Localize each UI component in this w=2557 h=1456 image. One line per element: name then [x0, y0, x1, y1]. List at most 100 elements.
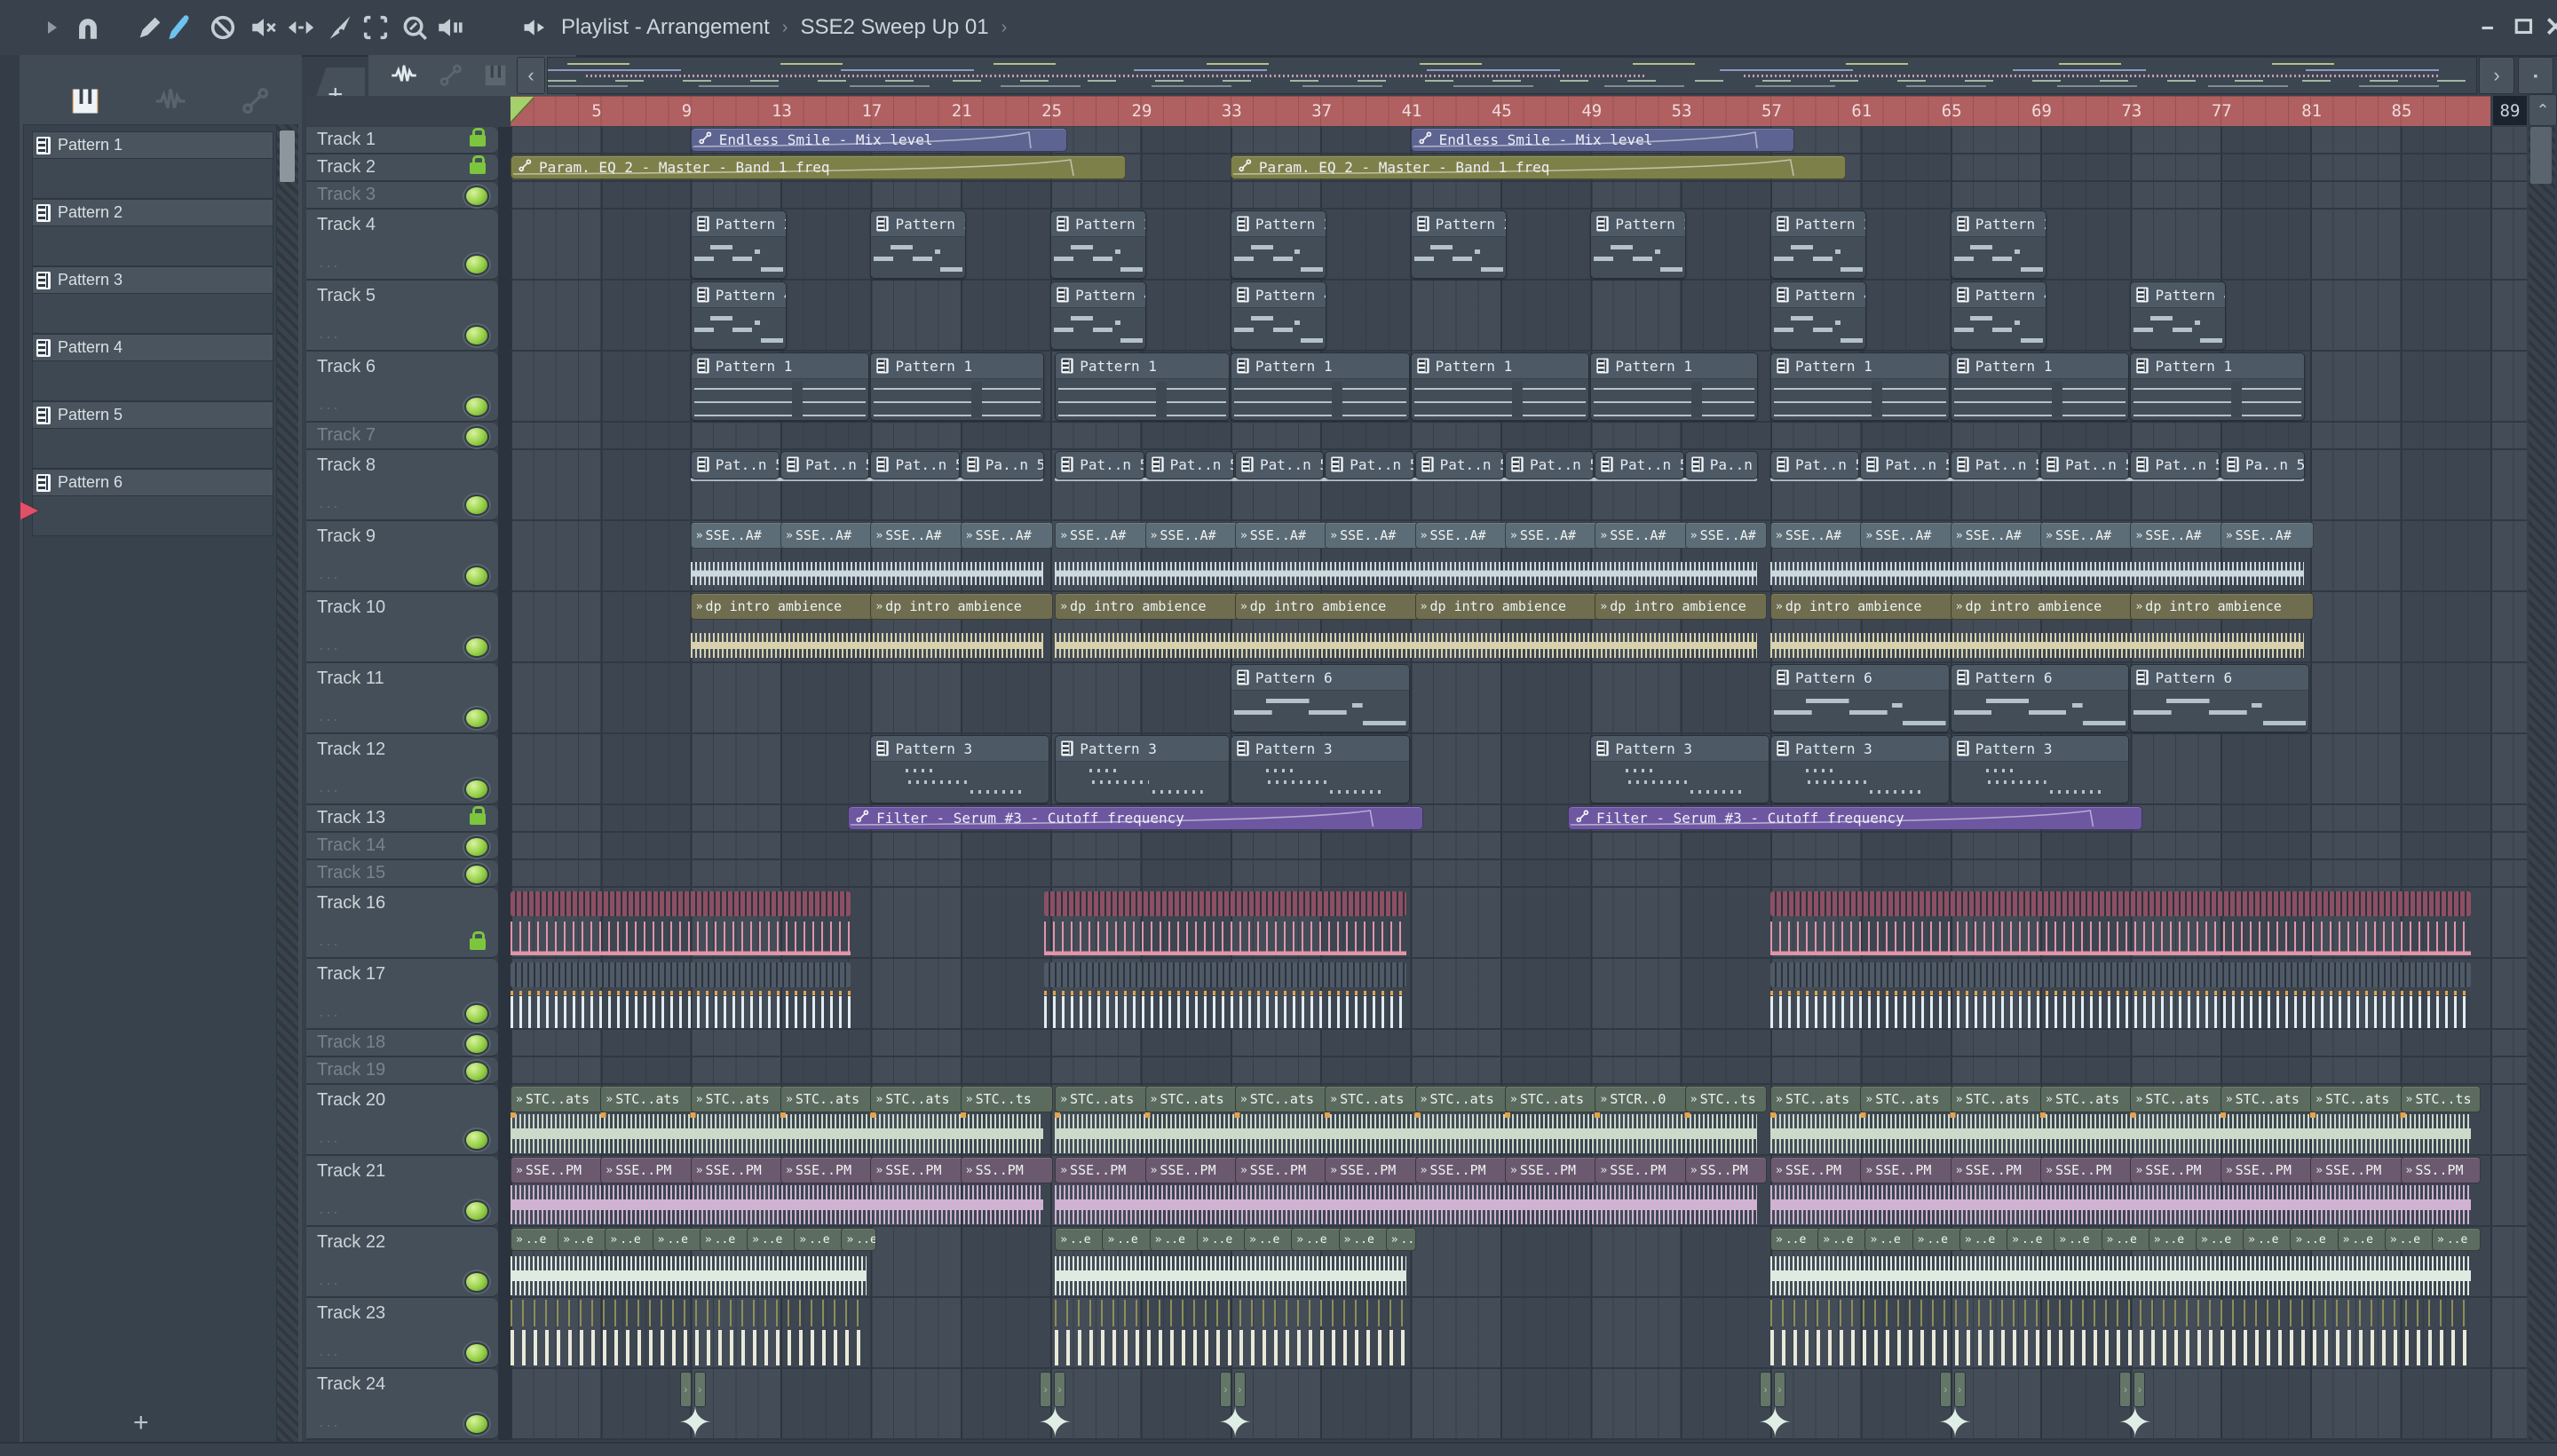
pattern-list-item[interactable]: Pattern 5: [32, 401, 273, 469]
audio-clip[interactable]: » SSE..A#: [1505, 522, 1603, 549]
tool-piano-keys-icon[interactable]: [482, 62, 509, 89]
breadcrumb-primary[interactable]: Playlist - Arrangement: [561, 15, 770, 40]
pattern-clip[interactable]: Pattern 6: [1950, 664, 2130, 732]
audio-clip[interactable]: » dp intro ambience: [1414, 593, 1603, 620]
audio-clip[interactable]: » dp intro ambience: [1595, 593, 1768, 620]
audio-clip[interactable]: » dp intro ambience: [870, 593, 1053, 620]
track-name[interactable]: Track 19: [317, 1060, 385, 1080]
pattern-clip[interactable]: Pattern 1: [870, 352, 1044, 421]
pattern-clip[interactable]: Pattern 1: [1055, 352, 1230, 421]
audio-clip[interactable]: » SSE..PM: [1055, 1157, 1153, 1183]
track-name[interactable]: Track 16: [317, 893, 385, 914]
playlist-track-row[interactable]: » SSE..PM» SSE..PM» SSE..PM» SSE..PM» SSE..PM…: [511, 1156, 2527, 1227]
track-options-dots[interactable]: ···: [319, 399, 340, 417]
pattern-clip[interactable]: Pattern 1: [690, 352, 870, 421]
pattern-clip[interactable]: Pat..n 5: [1055, 451, 1144, 479]
pattern-clip[interactable]: Pattern 3: [870, 735, 1050, 803]
track-header[interactable]: Track 13: [306, 805, 498, 833]
track-header[interactable]: Track 22 ···: [306, 1227, 498, 1298]
track-header[interactable]: Track 5 ···: [306, 281, 498, 352]
playlist-track-row[interactable]: [511, 888, 2527, 959]
track-enable-led[interactable]: [464, 1003, 489, 1025]
tick-bar-band[interactable]: [1770, 1330, 2471, 1365]
track-header[interactable]: Track 20 ···: [306, 1085, 498, 1156]
automation-clip[interactable]: Endless Smile - Mix level: [1410, 128, 1794, 152]
track-enable-led[interactable]: [464, 254, 489, 275]
playlist-track-row[interactable]: Pattern 6 Pattern 6 Pattern 6 Pattern 6: [511, 663, 2527, 734]
pattern-clip[interactable]: Pattern 3: [1770, 735, 1950, 803]
track-header[interactable]: Track 19: [306, 1057, 498, 1085]
track-options-dots[interactable]: ···: [319, 935, 340, 954]
pattern-clip[interactable]: Pattern 6: [2130, 664, 2310, 732]
playlist-track-row[interactable]: Filter - Serum #3 - Cutoff frequency Filt…: [511, 805, 2527, 833]
tick-stem-band[interactable]: [1770, 1300, 2471, 1326]
audio-clip[interactable]: » SSE..PM: [870, 1157, 969, 1183]
track-name[interactable]: Track 24: [317, 1374, 385, 1395]
playlist-track-row[interactable]: [511, 833, 2527, 860]
track-enable-led[interactable]: [464, 1413, 489, 1435]
audio-clip[interactable]: » STC..ats: [1505, 1086, 1603, 1112]
playlist-track-row[interactable]: » ..e» ..e» ..e» ..e» ..e» ..e» ..e» ..e» ..e» ..e…: [511, 1227, 2527, 1298]
pattern-clip[interactable]: Pattern 3: [1950, 735, 2130, 803]
pattern-clip[interactable]: Pattern 1: [2130, 352, 2306, 421]
pattern-list-item[interactable]: Pattern 4: [32, 334, 273, 401]
audio-clip[interactable]: » STC..ats: [600, 1086, 699, 1112]
audio-clip[interactable]: » SSE..A#: [960, 522, 1053, 549]
audio-clip[interactable]: » SSE..A#: [2220, 522, 2315, 549]
track-header[interactable]: Track 12 ···: [306, 734, 498, 805]
breadcrumb-secondary[interactable]: SSE2 Sweep Up 01: [800, 15, 988, 40]
track-header[interactable]: Track 14: [306, 833, 498, 860]
audio-clip[interactable]: » STC..ats: [1950, 1086, 2049, 1112]
track-enable-led[interactable]: [464, 325, 489, 346]
automation-clip[interactable]: Param. EQ 2 - Master - Band 1 freq: [511, 155, 1127, 179]
automation-spike-band[interactable]: [511, 922, 851, 955]
track-enable-led[interactable]: [464, 864, 489, 885]
tick-stem-band[interactable]: [1055, 1300, 1407, 1326]
pattern-clip[interactable]: Pat..n 5: [1860, 451, 1950, 479]
track-header[interactable]: Track 1: [306, 127, 498, 154]
audio-clip[interactable]: » STC..ts: [2400, 1086, 2481, 1112]
automation-clip[interactable]: Filter - Serum #3 - Cutoff frequency: [848, 806, 1423, 830]
track-enable-led[interactable]: [464, 1271, 489, 1293]
pattern-clip[interactable]: Pattern 6: [1230, 664, 1410, 732]
track-lock-icon[interactable]: [470, 155, 486, 174]
pattern-clip[interactable]: Pat..n 5: [780, 451, 870, 479]
audio-clip[interactable]: »..e: [841, 1228, 876, 1251]
pattern-clip[interactable]: Pat..n 5: [870, 451, 960, 479]
track-options-dots[interactable]: ···: [319, 639, 340, 658]
track-name[interactable]: Track 6: [317, 357, 376, 377]
close-button[interactable]: [2543, 12, 2557, 39]
track-options-dots[interactable]: ···: [319, 1006, 340, 1025]
audio-clip[interactable]: » SSE..PM: [2040, 1157, 2139, 1183]
scroll-options-button[interactable]: ▪: [2518, 57, 2553, 94]
audio-clip[interactable]: » STC..ats: [1860, 1086, 1959, 1112]
track-lock-icon[interactable]: [470, 931, 486, 950]
track-name[interactable]: Track 14: [317, 835, 385, 856]
track-options-dots[interactable]: ···: [319, 328, 340, 346]
track-options-dots[interactable]: ···: [319, 568, 340, 587]
track-options-dots[interactable]: ···: [319, 710, 340, 729]
scrollbar-thumb[interactable]: [2530, 127, 2552, 184]
audio-clip[interactable]: » STC..ats: [2220, 1086, 2319, 1112]
pattern-clip[interactable]: Pattern 4: [690, 281, 787, 350]
track-name[interactable]: Track 10: [317, 597, 385, 618]
audio-clip[interactable]: » STC..ats: [2040, 1086, 2139, 1112]
note-clip-band[interactable]: [1770, 962, 2471, 987]
audio-clip[interactable]: »..e: [1385, 1228, 1417, 1251]
pattern-clip[interactable]: Pattern 2: [1230, 210, 1326, 279]
audio-clip[interactable]: » SSE..A#: [1325, 522, 1423, 549]
track-enable-led[interactable]: [464, 1342, 489, 1364]
pattern-clip[interactable]: Pattern 4: [2130, 281, 2227, 350]
pattern-clip[interactable]: Pa..n 5: [960, 451, 1044, 479]
playlist-track-row[interactable]: Param. EQ 2 - Master - Band 1 freq Param.…: [511, 154, 2527, 182]
paint-icon[interactable]: [165, 12, 195, 43]
pattern-clip[interactable]: Pa..n 5: [2220, 451, 2306, 479]
pattern-clip[interactable]: Pattern 2: [690, 210, 787, 279]
automation-clip[interactable]: Param. EQ 2 - Master - Band 1 freq: [1230, 155, 1846, 179]
track-name[interactable]: Track 21: [317, 1161, 385, 1182]
track-lock-icon[interactable]: [470, 128, 486, 146]
tick-bar-band[interactable]: [1055, 1330, 1407, 1365]
track-header[interactable]: Track 15: [306, 860, 498, 888]
note-clip-band[interactable]: [1043, 962, 1407, 987]
automation-spike-band[interactable]: [1770, 922, 2471, 955]
